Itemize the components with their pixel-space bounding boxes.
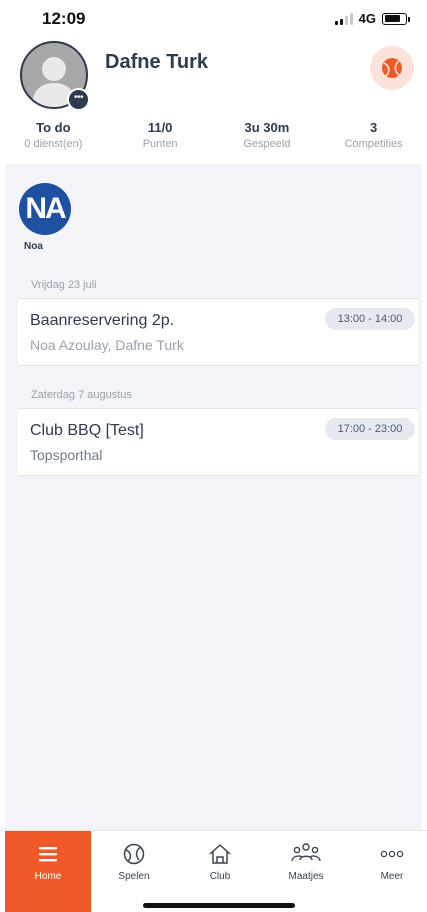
event-title: Baanreservering 2p. bbox=[30, 312, 175, 329]
menu-icon bbox=[39, 847, 57, 862]
tab-label: Meer bbox=[380, 871, 404, 882]
tennis-ball-button[interactable] bbox=[370, 46, 414, 90]
stat-value: 3 bbox=[370, 120, 378, 135]
event-subtitle: Topsporthal bbox=[30, 447, 103, 463]
avatar-menu-button[interactable]: ••• bbox=[67, 88, 90, 111]
event-time-badge: 17:00 - 23:00 bbox=[325, 418, 415, 440]
stat-points[interactable]: 11/0 Punten bbox=[107, 120, 214, 151]
stat-played[interactable]: 3u 30m Gespeeld bbox=[214, 120, 321, 151]
tab-label: Home bbox=[34, 871, 62, 882]
status-time: 12:09 bbox=[42, 9, 86, 28]
profile-header: ••• Dafne Turk To do 0 dienst(en) 11/0 P… bbox=[0, 38, 427, 164]
event-time-badge: 13:00 - 14:00 bbox=[325, 308, 415, 330]
stat-competitions[interactable]: 3 Competities bbox=[320, 120, 427, 151]
tab-bar: Home Spelen Club Maatjes Meer bbox=[5, 830, 427, 912]
stat-value: 11/0 bbox=[147, 120, 173, 135]
tab-label: Spelen bbox=[118, 871, 150, 882]
buddy-list: NA Noa bbox=[19, 183, 79, 252]
tab-home[interactable]: Home bbox=[5, 831, 91, 912]
date-heading: Zaterdag 7 augustus bbox=[31, 389, 132, 401]
avatar[interactable]: ••• bbox=[20, 41, 90, 111]
tab-spelen[interactable]: Spelen bbox=[91, 831, 177, 912]
tab-maatjes[interactable]: Maatjes bbox=[263, 831, 349, 912]
event-card[interactable]: Club BBQ [Test] Topsporthal 17:00 - 23:0… bbox=[18, 408, 418, 476]
buddy-item[interactable]: NA Noa bbox=[19, 183, 79, 252]
tab-meer[interactable]: Meer bbox=[349, 831, 427, 912]
tennis-ball-icon bbox=[123, 843, 145, 865]
stat-label: 0 dienst(en) bbox=[24, 138, 83, 150]
tennis-ball-icon bbox=[382, 58, 402, 78]
user-name: Dafne Turk bbox=[105, 51, 208, 73]
stat-label: Punten bbox=[142, 138, 178, 150]
tab-label: Club bbox=[209, 871, 231, 882]
stat-label: Competities bbox=[344, 138, 403, 150]
buddy-name: Noa bbox=[24, 241, 43, 252]
stat-value: To do bbox=[36, 120, 71, 135]
tab-label: Maatjes bbox=[288, 871, 324, 882]
more-dots-icon bbox=[380, 850, 404, 858]
group-icon bbox=[291, 843, 321, 862]
network-type: 4G bbox=[358, 11, 376, 26]
signal-icon bbox=[334, 12, 353, 25]
home-indicator[interactable] bbox=[143, 903, 295, 908]
stat-value: 3u 30m bbox=[244, 120, 290, 135]
event-title: Club BBQ [Test] bbox=[30, 422, 144, 439]
event-card[interactable]: Baanreservering 2p. Noa Azoulay, Dafne T… bbox=[18, 298, 418, 366]
stats-row: To do 0 dienst(en) 11/0 Punten 3u 30m Ge… bbox=[0, 120, 427, 151]
main-content: NA Noa Vrijdag 23 juli Baanreservering 2… bbox=[5, 164, 422, 830]
buddy-avatar: NA bbox=[19, 183, 71, 235]
stat-todo[interactable]: To do 0 dienst(en) bbox=[0, 120, 107, 151]
date-heading: Vrijdag 23 juli bbox=[31, 279, 97, 291]
status-indicators: 4G bbox=[334, 11, 410, 26]
status-bar: 12:09 4G bbox=[0, 0, 427, 38]
event-subtitle: Noa Azoulay, Dafne Turk bbox=[30, 337, 184, 353]
home-icon bbox=[209, 844, 231, 864]
battery-icon bbox=[382, 12, 410, 25]
stat-label: Gespeeld bbox=[243, 138, 291, 150]
tab-club[interactable]: Club bbox=[177, 831, 263, 912]
